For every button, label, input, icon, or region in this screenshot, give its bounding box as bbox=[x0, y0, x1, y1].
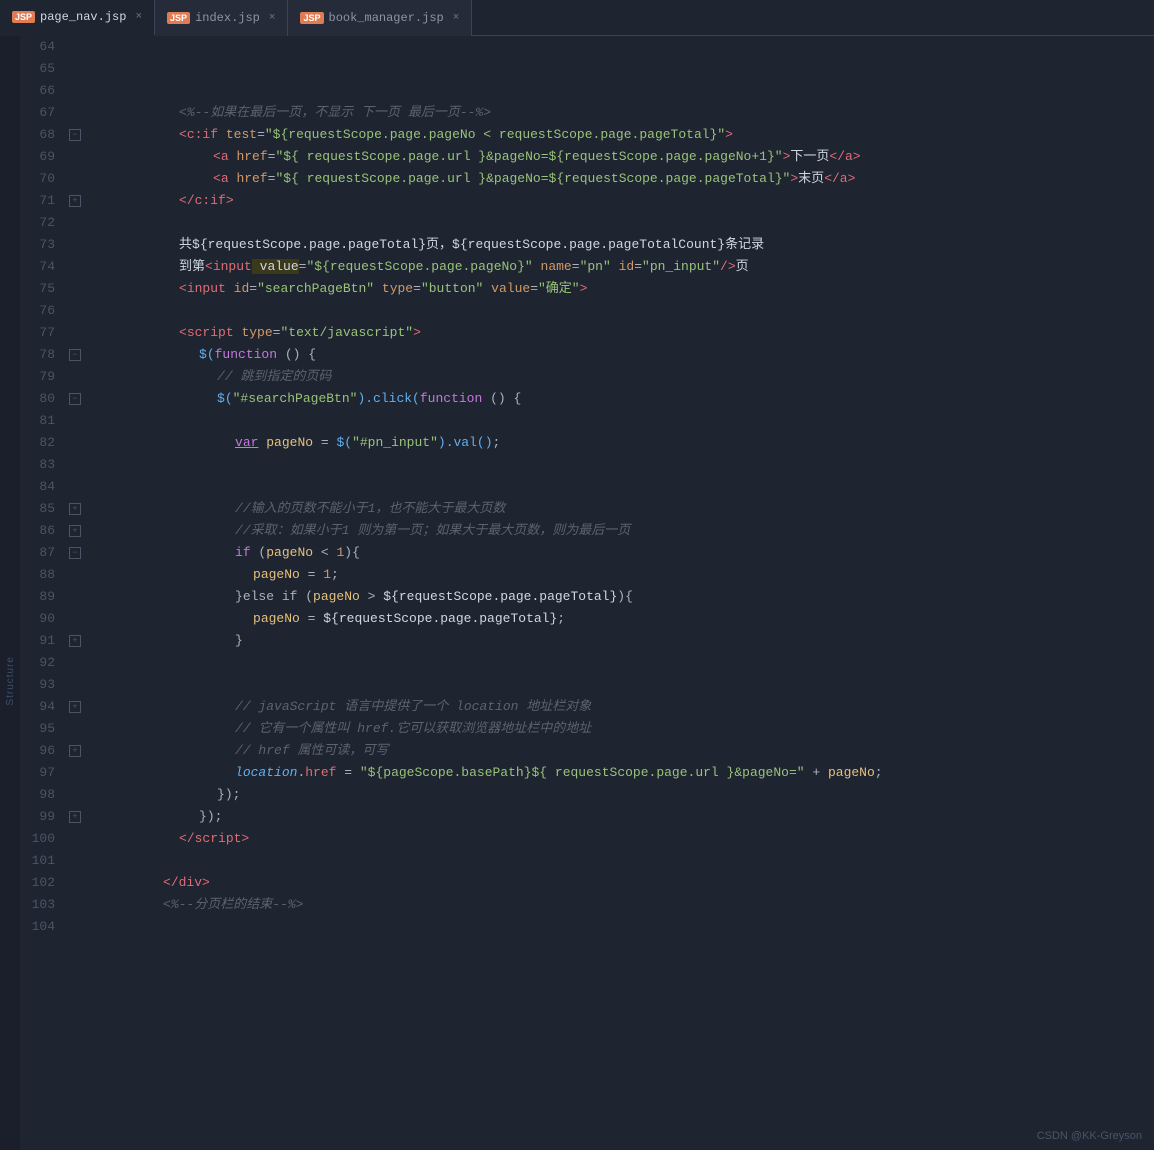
line-number: 68 bbox=[20, 124, 65, 146]
jsp-icon-2: JSP bbox=[167, 12, 190, 24]
line-number: 94 bbox=[20, 696, 65, 718]
fold-marker[interactable]: − bbox=[69, 129, 81, 141]
line-number: 66 bbox=[20, 80, 65, 102]
line-number: 98 bbox=[20, 784, 65, 806]
gutter-cell: + bbox=[65, 635, 85, 647]
gutter-cell: + bbox=[65, 525, 85, 537]
line-number: 74 bbox=[20, 256, 65, 278]
tab-close-index[interactable]: × bbox=[269, 12, 276, 24]
line-number: 80 bbox=[20, 388, 65, 410]
table-row: 104 bbox=[20, 916, 1154, 938]
fold-marker[interactable]: + bbox=[69, 525, 81, 537]
editor-area: Structure 64 65 66 bbox=[0, 36, 1154, 1150]
table-row: 92 bbox=[20, 652, 1154, 674]
line-number: 95 bbox=[20, 718, 65, 740]
gutter-cell: + bbox=[65, 745, 85, 757]
line-number: 67 bbox=[20, 102, 65, 124]
line-number: 101 bbox=[20, 850, 65, 872]
table-row: 71 + </c:if> bbox=[20, 190, 1154, 212]
line-number: 104 bbox=[20, 916, 65, 938]
table-row: 103 <%--分页栏的结束--%> bbox=[20, 894, 1154, 916]
gutter-cell: + bbox=[65, 503, 85, 515]
line-number: 97 bbox=[20, 762, 65, 784]
line-number: 102 bbox=[20, 872, 65, 894]
gutter-cell: − bbox=[65, 547, 85, 559]
line-number: 100 bbox=[20, 828, 65, 850]
tab-close-book[interactable]: × bbox=[453, 12, 460, 24]
line-number: 86 bbox=[20, 520, 65, 542]
table-row: 65 bbox=[20, 58, 1154, 80]
line-number: 84 bbox=[20, 476, 65, 498]
structure-label: Structure bbox=[5, 656, 16, 706]
table-row: 100 </script> bbox=[20, 828, 1154, 850]
jsp-icon: JSP bbox=[12, 11, 35, 23]
code-editor[interactable]: 64 65 66 67 <%--如果在最后一页，不显示 bbox=[20, 36, 1154, 1150]
table-row: 91 + } bbox=[20, 630, 1154, 652]
line-number: 85 bbox=[20, 498, 65, 520]
line-number: 75 bbox=[20, 278, 65, 300]
line-number: 93 bbox=[20, 674, 65, 696]
line-number: 91 bbox=[20, 630, 65, 652]
line-number: 72 bbox=[20, 212, 65, 234]
line-number: 87 bbox=[20, 542, 65, 564]
line-number: 65 bbox=[20, 58, 65, 80]
line-number: 64 bbox=[20, 36, 65, 58]
line-number: 69 bbox=[20, 146, 65, 168]
jsp-icon-3: JSP bbox=[300, 12, 323, 24]
table-row: 64 bbox=[20, 36, 1154, 58]
line-number: 99 bbox=[20, 806, 65, 828]
line-number: 81 bbox=[20, 410, 65, 432]
fold-marker[interactable]: − bbox=[69, 547, 81, 559]
line-number: 90 bbox=[20, 608, 65, 630]
tab-bar: JSP page_nav.jsp × JSP index.jsp × JSP b… bbox=[0, 0, 1154, 36]
fold-marker[interactable]: − bbox=[69, 349, 81, 361]
gutter-cell: + bbox=[65, 195, 85, 207]
structure-panel: Structure bbox=[0, 36, 20, 1150]
line-number: 103 bbox=[20, 894, 65, 916]
fold-marker[interactable]: + bbox=[69, 745, 81, 757]
fold-marker[interactable]: + bbox=[69, 811, 81, 823]
tab-label: page_nav.jsp bbox=[40, 10, 126, 24]
line-number: 79 bbox=[20, 366, 65, 388]
fold-marker[interactable]: − bbox=[69, 393, 81, 405]
fold-marker[interactable]: + bbox=[69, 701, 81, 713]
line-number: 70 bbox=[20, 168, 65, 190]
table-row: 82 var pageNo = $("#pn_input").val(); bbox=[20, 432, 1154, 454]
table-row: 83 bbox=[20, 454, 1154, 476]
tab-page-nav[interactable]: JSP page_nav.jsp × bbox=[0, 0, 155, 36]
fold-marker[interactable]: + bbox=[69, 195, 81, 207]
line-number: 83 bbox=[20, 454, 65, 476]
line-number: 89 bbox=[20, 586, 65, 608]
line-number: 71 bbox=[20, 190, 65, 212]
lines-container: 64 65 66 67 <%--如果在最后一页，不显示 bbox=[20, 36, 1154, 938]
line-number: 82 bbox=[20, 432, 65, 454]
tab-label-3: book_manager.jsp bbox=[329, 11, 444, 25]
fold-marker[interactable]: + bbox=[69, 503, 81, 515]
line-number: 92 bbox=[20, 652, 65, 674]
tab-close-page-nav[interactable]: × bbox=[135, 11, 142, 23]
tab-book-manager[interactable]: JSP book_manager.jsp × bbox=[288, 0, 472, 36]
line-number: 73 bbox=[20, 234, 65, 256]
gutter-cell: − bbox=[65, 393, 85, 405]
line-number: 88 bbox=[20, 564, 65, 586]
tab-label-2: index.jsp bbox=[195, 11, 260, 25]
line-number: 78 bbox=[20, 344, 65, 366]
gutter-cell: − bbox=[65, 349, 85, 361]
gutter-cell: + bbox=[65, 701, 85, 713]
line-number: 96 bbox=[20, 740, 65, 762]
gutter-cell: − bbox=[65, 129, 85, 141]
table-row: 80 − $("#searchPageBtn").click(function … bbox=[20, 388, 1154, 410]
line-number: 76 bbox=[20, 300, 65, 322]
tab-index[interactable]: JSP index.jsp × bbox=[155, 0, 288, 36]
fold-marker[interactable]: + bbox=[69, 635, 81, 647]
line-number: 77 bbox=[20, 322, 65, 344]
table-row: 75 <input id="searchPageBtn" type="butto… bbox=[20, 278, 1154, 300]
watermark: CSDN @KK-Greyson bbox=[1037, 1130, 1142, 1142]
gutter-cell: + bbox=[65, 811, 85, 823]
